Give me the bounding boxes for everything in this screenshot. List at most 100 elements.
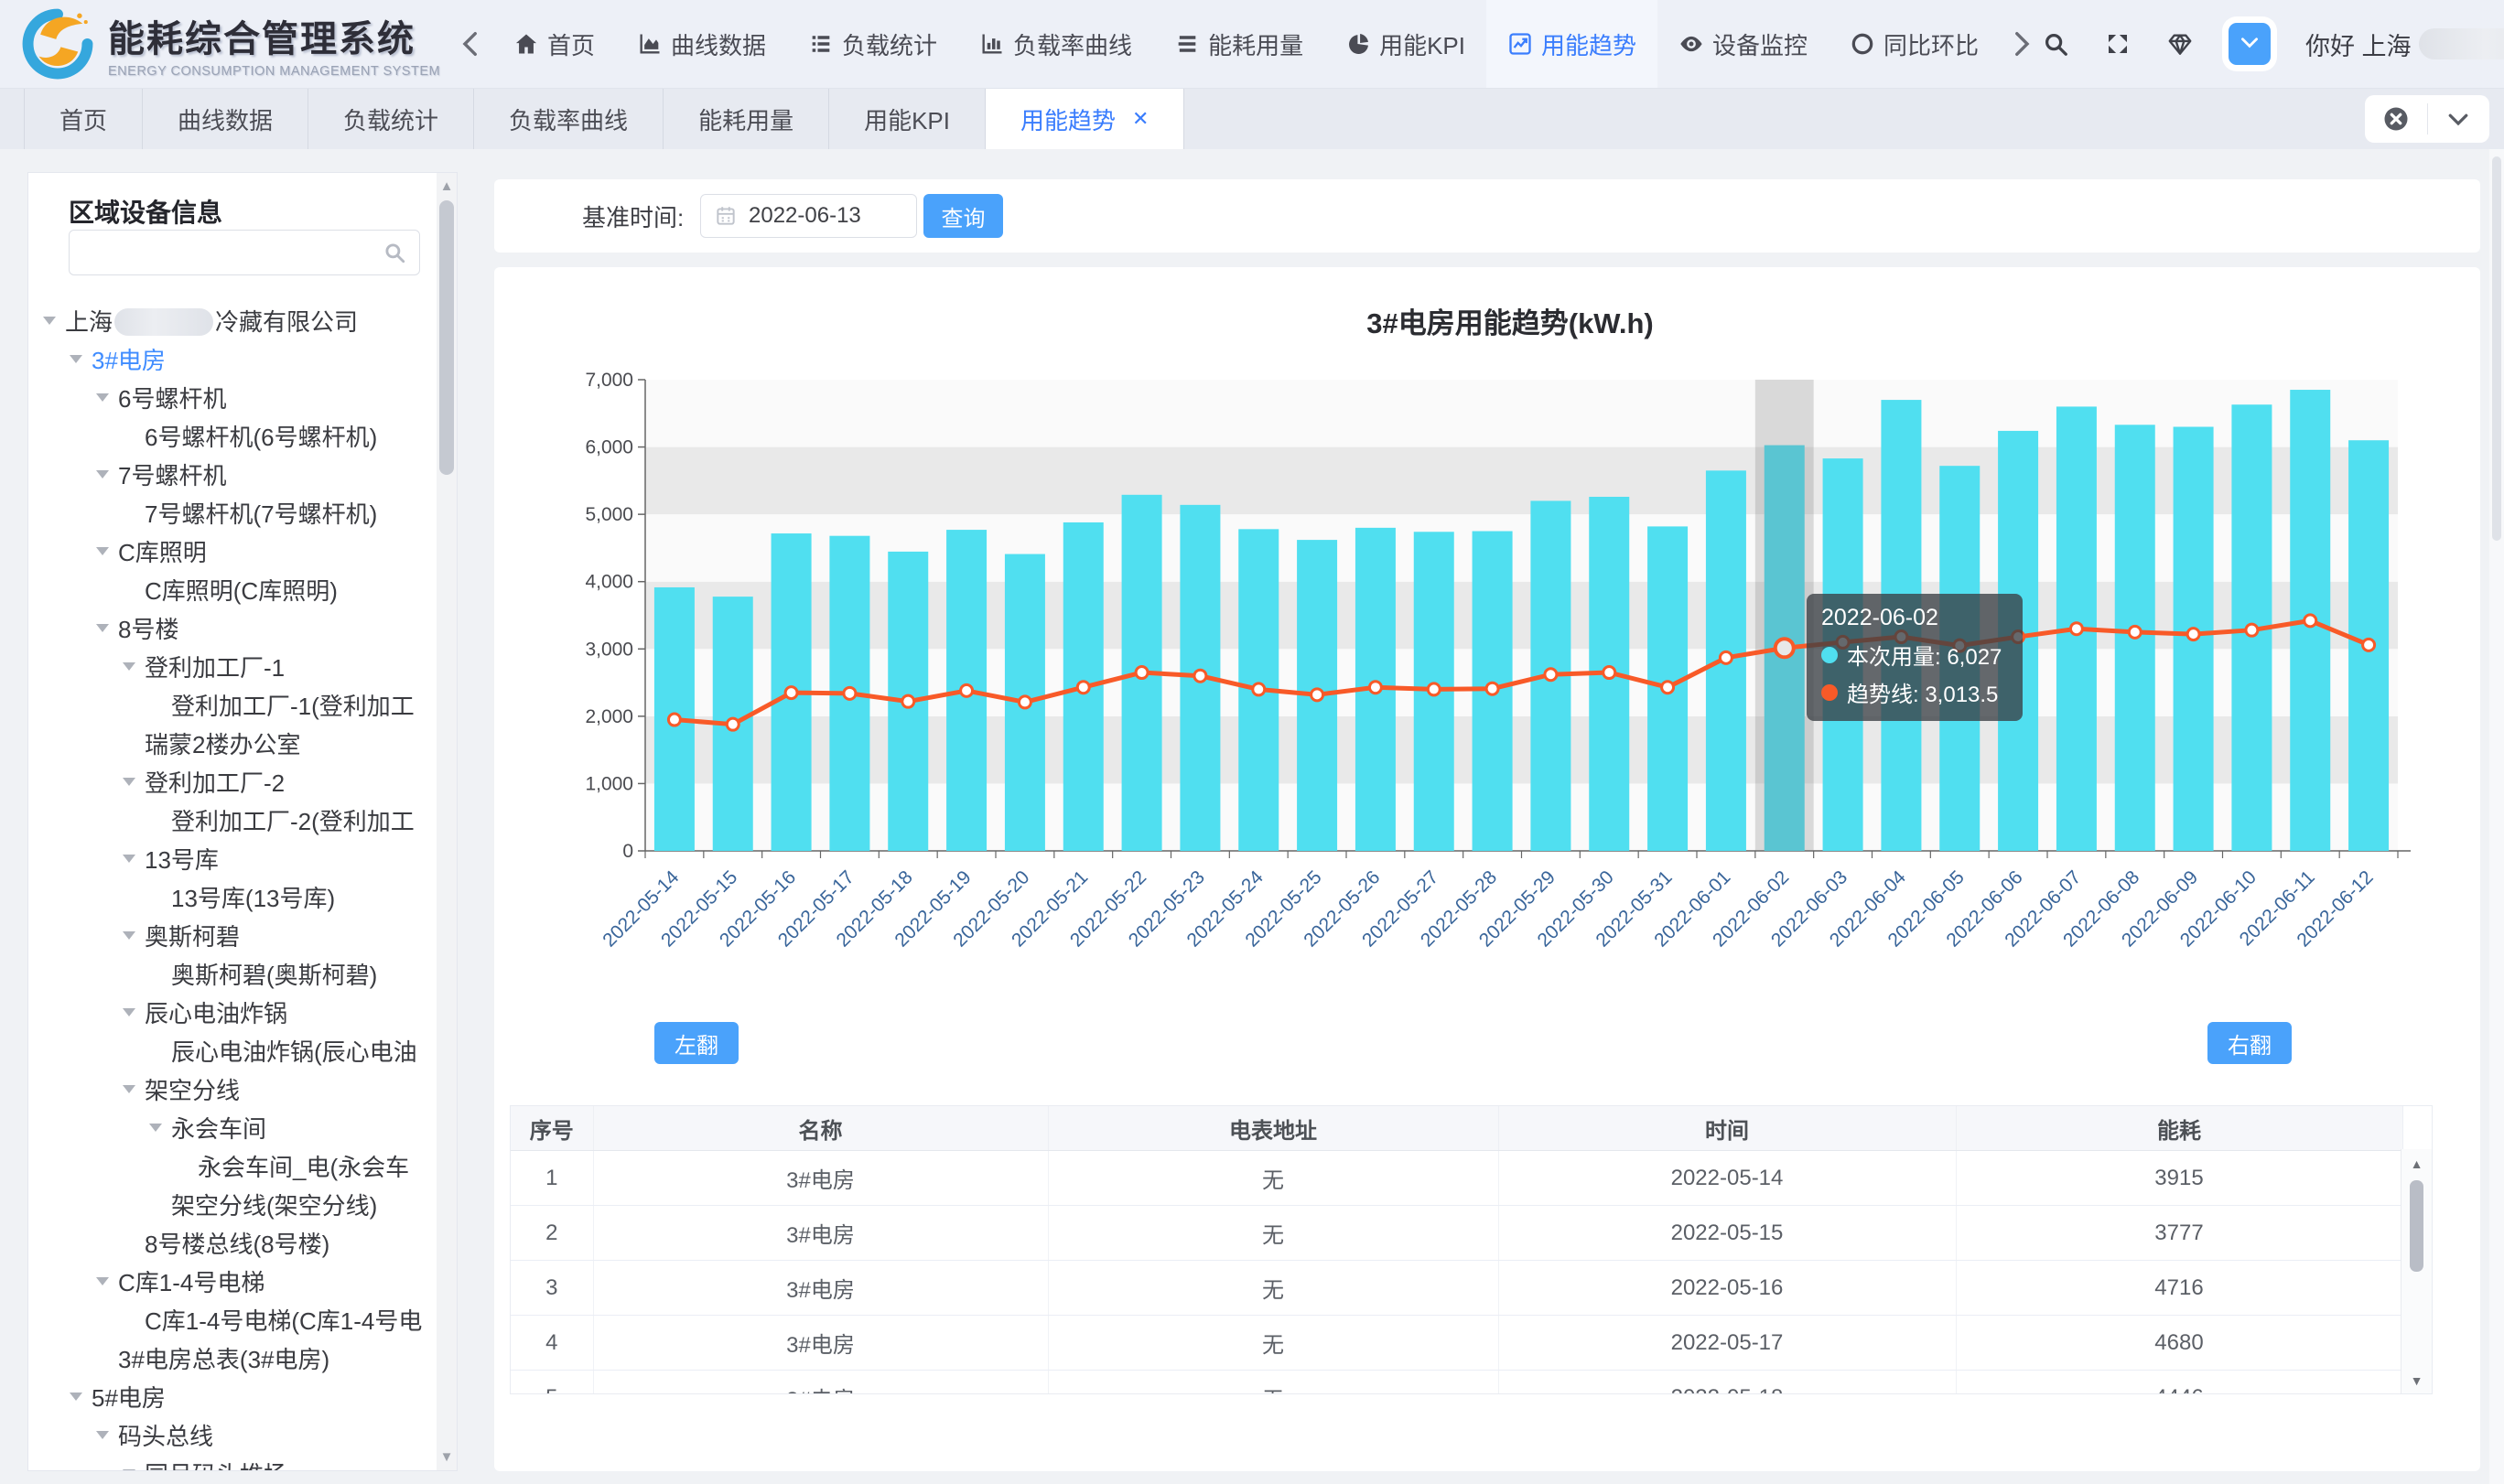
tree-node[interactable]: C库1-4号电梯 [28,1262,431,1300]
tree-node[interactable]: 13号库(13号库) [28,877,431,916]
caret-down-icon[interactable] [96,393,109,408]
user-dropdown-button[interactable] [2229,23,2271,65]
tree-node[interactable]: 奥斯柯碧(奥斯柯碧) [28,954,431,993]
tab-1[interactable]: 首页 [24,89,143,149]
line-marker-2022-06-07[interactable] [2070,623,2082,635]
tree-node[interactable]: 7号螺杆机(7号螺杆机) [28,493,431,532]
device-search-input[interactable] [70,240,383,265]
tree-node[interactable]: 6号螺杆机(6号螺杆机) [28,416,431,455]
line-marker-2022-05-15[interactable] [727,718,739,730]
tree-node[interactable]: 永会车间_电(永会车 [28,1146,431,1185]
tree-node[interactable]: 同月码头堆场 [28,1454,431,1470]
line-marker-2022-06-02[interactable] [1775,639,1794,657]
line-marker-2022-06-09[interactable] [2187,629,2199,640]
caret-down-icon[interactable] [123,855,135,869]
line-marker-2022-05-25[interactable] [1311,689,1323,701]
tree-node[interactable]: 6号螺杆机 [28,378,431,416]
tree-node[interactable]: 码头总线 [28,1415,431,1454]
caret-down-icon[interactable] [123,1008,135,1023]
tab-2[interactable]: 曲线数据 [143,89,308,149]
scroll-up-icon[interactable]: ▲ [437,178,457,194]
line-marker-2022-05-24[interactable] [1253,683,1265,695]
caret-down-icon[interactable] [70,1393,82,1407]
table-row[interactable]: 13#电房无2022-05-143915 [511,1151,2402,1206]
line-marker-2022-05-31[interactable] [1662,682,1674,694]
line-marker-2022-05-16[interactable] [785,687,797,699]
tree-node[interactable]: C库照明(C库照明) [28,570,431,608]
tree-node[interactable]: 永会车间 [28,1108,431,1146]
sidebar-scrollbar[interactable]: ▲ ▼ [437,173,457,1470]
tree-node[interactable]: C库1-4号电梯(C库1-4号电 [28,1300,431,1339]
caret-down-icon[interactable] [123,1085,135,1100]
energy-trend-chart[interactable]: 01,0002,0003,0004,0005,0006,0007,0002022… [494,340,2480,981]
query-button[interactable]: 查询 [923,194,1003,238]
line-marker-2022-05-29[interactable] [1545,669,1557,681]
table-scrollbar[interactable]: ▲ ▼ [2401,1149,2432,1394]
caret-down-icon[interactable] [123,778,135,792]
scroll-down-icon[interactable]: ▼ [437,1449,457,1465]
line-marker-2022-05-14[interactable] [668,714,680,726]
nav-item-9[interactable]: 同比环比 [1829,0,2000,88]
tree-node[interactable]: 登利加工厂-1(登利加工 [28,685,431,724]
caret-down-icon[interactable] [96,624,109,639]
line-marker-2022-05-18[interactable] [902,695,914,707]
line-marker-2022-06-01[interactable] [1720,651,1732,663]
nav-item-8[interactable]: 设备监控 [1657,0,1829,88]
line-marker-2022-05-22[interactable] [1136,667,1148,679]
line-marker-2022-05-27[interactable] [1428,683,1440,695]
tree-node[interactable]: 辰心电油炸锅(辰心电油 [28,1031,431,1070]
tree-node[interactable]: 登利加工厂-2 [28,762,431,801]
scroll-up-icon[interactable]: ▲ [2401,1156,2432,1171]
nav-forward-chevron-icon[interactable] [2005,28,2036,59]
close-all-tabs-icon[interactable] [2382,105,2410,133]
line-marker-2022-05-21[interactable] [1077,682,1089,694]
caret-down-icon[interactable] [43,317,56,331]
line-marker-2022-05-17[interactable] [844,687,856,699]
nav-item-1[interactable]: 首页 [492,0,616,88]
caret-down-icon[interactable] [123,931,135,946]
table-row[interactable]: 23#电房无2022-05-153777 [511,1206,2402,1261]
table-row[interactable]: 43#电房无2022-05-174680 [511,1316,2402,1371]
tree-node[interactable]: 7号螺杆机 [28,455,431,493]
search-icon[interactable] [383,241,406,264]
tree-node[interactable]: 8号楼总线(8号楼) [28,1223,431,1262]
nav-item-2[interactable]: 曲线数据 [616,0,787,88]
tree-node[interactable]: 架空分线 [28,1070,431,1108]
line-marker-2022-05-20[interactable] [1019,696,1031,708]
tree-node[interactable]: 3#电房 [28,339,431,378]
caret-down-icon[interactable] [96,1277,109,1292]
nav-item-6[interactable]: 用能KPI [1324,0,1486,88]
line-marker-2022-05-30[interactable] [1603,667,1615,679]
tab-5[interactable]: 能耗用量 [664,89,829,149]
scroll-down-icon[interactable]: ▼ [2401,1373,2432,1388]
tab-close-icon[interactable]: ✕ [1132,107,1149,131]
tree-node[interactable]: C库照明 [28,532,431,570]
line-marker-2022-05-19[interactable] [961,684,973,696]
nav-item-7[interactable]: 用能趋势 [1486,0,1657,88]
scrollbar-thumb[interactable] [439,200,454,475]
line-marker-2022-06-10[interactable] [2246,624,2258,636]
tree-node[interactable]: 5#电房 [28,1377,431,1415]
page-right-button[interactable]: 右翻 [2207,1022,2292,1064]
line-marker-2022-05-23[interactable] [1194,670,1206,682]
fullscreen-icon[interactable] [2104,30,2132,58]
tree-node[interactable]: 登利加工厂-1 [28,647,431,685]
tree-node[interactable]: 8号楼 [28,608,431,647]
tree-node[interactable]: 13号库 [28,839,431,877]
tab-3[interactable]: 负载统计 [308,89,474,149]
line-marker-2022-05-28[interactable] [1486,683,1498,694]
tree-node[interactable]: 登利加工厂-2(登利加工 [28,801,431,839]
base-date-input[interactable]: 2022-06-13 [700,194,917,238]
caret-down-icon[interactable] [123,1469,135,1470]
table-row[interactable]: 33#电房无2022-05-164716 [511,1261,2402,1316]
nav-item-5[interactable]: 能耗用量 [1153,0,1324,88]
tab-4[interactable]: 负载率曲线 [474,89,664,149]
scrollbar-thumb[interactable] [2492,156,2501,541]
tree-node[interactable]: 辰心电油炸锅 [28,993,431,1031]
nav-back-chevron-icon[interactable] [456,28,487,59]
scrollbar-thumb[interactable] [2410,1180,2423,1272]
tab-menu-chevron-icon[interactable] [2445,105,2472,133]
nav-item-3[interactable]: 负载统计 [787,0,958,88]
page-scrollbar[interactable] [2489,149,2504,1484]
line-marker-2022-06-08[interactable] [2129,626,2141,638]
